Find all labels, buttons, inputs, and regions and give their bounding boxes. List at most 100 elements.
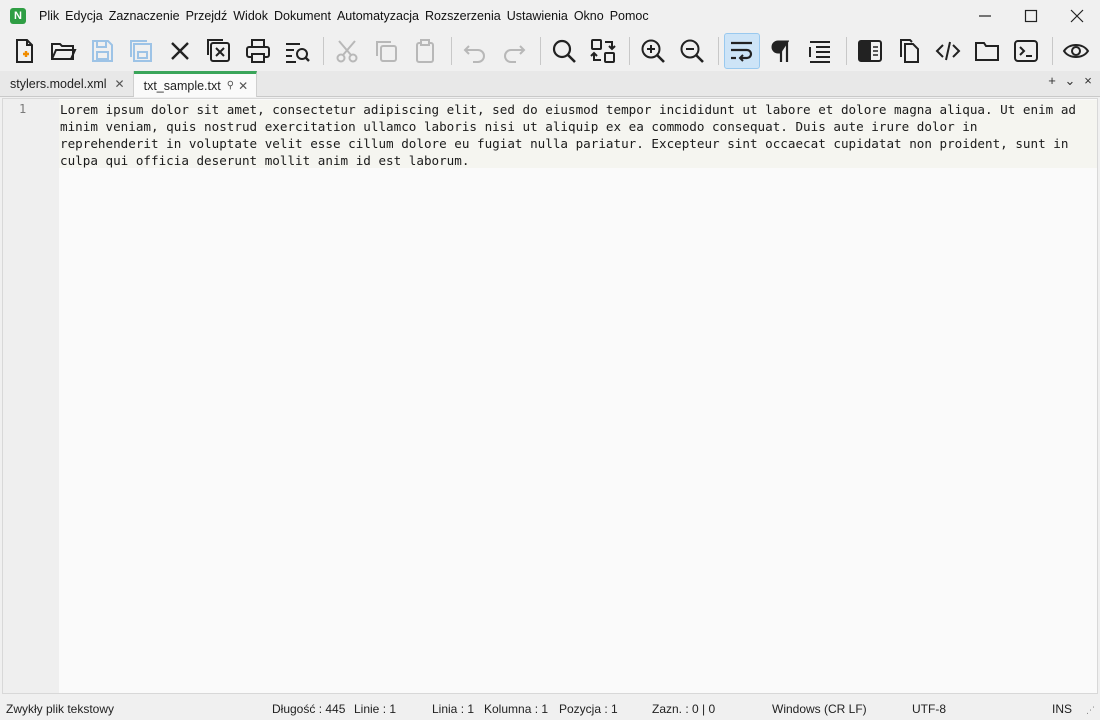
- tab-close-icon[interactable]: ✕: [115, 77, 125, 91]
- pin-icon[interactable]: ⚲: [227, 80, 234, 91]
- app-logo: N: [10, 8, 26, 24]
- print-preview-button[interactable]: [279, 33, 315, 69]
- maximize-button[interactable]: [1008, 0, 1054, 32]
- undo-button[interactable]: [457, 33, 493, 69]
- status-insert-mode[interactable]: INS: [1052, 702, 1072, 716]
- editor-text[interactable]: Lorem ipsum dolor sit amet, consectetur …: [60, 101, 1080, 169]
- close-tab-icon[interactable]: ×: [1082, 73, 1094, 89]
- close-icon: [171, 42, 189, 60]
- menu-przejdz[interactable]: Przejdź: [183, 0, 231, 32]
- menu-okno[interactable]: Okno: [571, 0, 607, 32]
- close-icon: [1070, 9, 1084, 23]
- close-all-icon: [207, 39, 230, 62]
- status-line[interactable]: Linia : 1: [432, 702, 474, 716]
- minimize-button[interactable]: [962, 0, 1008, 32]
- toolbar: [0, 32, 1100, 70]
- show-whitespace-icon: [771, 40, 789, 62]
- terminal-button[interactable]: [1008, 33, 1044, 69]
- close-all-button[interactable]: [201, 33, 237, 69]
- save-button[interactable]: [84, 33, 120, 69]
- menu-bar: Plik Edycja Zaznaczenie Przejdź Widok Do…: [36, 0, 652, 32]
- tab-txt-sample-txt[interactable]: txt_sample.txt ⚲ ✕: [133, 71, 258, 97]
- print-preview-icon: [286, 43, 310, 63]
- indent-guide-button[interactable]: [802, 33, 838, 69]
- new-file-button[interactable]: [6, 33, 42, 69]
- toolbar-separator: [629, 37, 630, 65]
- toolbar-separator: [451, 37, 452, 65]
- resize-grip-icon[interactable]: ⋰: [1086, 705, 1095, 716]
- new-tab-icon[interactable]: +: [1046, 73, 1058, 89]
- column-button[interactable]: [852, 33, 888, 69]
- paste-button[interactable]: [407, 33, 443, 69]
- preview-button[interactable]: [1058, 33, 1094, 69]
- open-folder-icon: [51, 43, 77, 60]
- undo-icon: [463, 45, 485, 63]
- menu-widok[interactable]: Widok: [230, 0, 271, 32]
- zoom-out-button[interactable]: [674, 33, 710, 69]
- status-encoding[interactable]: UTF-8: [912, 702, 946, 716]
- copy-icon: [376, 41, 397, 62]
- status-eol[interactable]: Windows (CR LF): [772, 702, 867, 716]
- tab-close-icon[interactable]: ✕: [238, 79, 248, 93]
- copy-button[interactable]: [368, 33, 404, 69]
- editor[interactable]: 1 Lorem ipsum dolor sit amet, consectetu…: [2, 98, 1098, 694]
- documents-button[interactable]: [891, 33, 927, 69]
- toolbar-separator: [1052, 37, 1053, 65]
- word-wrap-button[interactable]: [724, 33, 760, 69]
- preview-icon: [1062, 44, 1090, 58]
- folder-button[interactable]: [969, 33, 1005, 69]
- menu-ustawienia[interactable]: Ustawienia: [504, 0, 571, 32]
- status-column[interactable]: Kolumna : 1: [484, 702, 548, 716]
- zoom-in-icon: [641, 39, 665, 63]
- code-button[interactable]: [930, 33, 966, 69]
- minimize-icon: [979, 15, 991, 17]
- word-wrap-icon: [731, 41, 753, 62]
- search-button[interactable]: [546, 33, 582, 69]
- print-button[interactable]: [240, 33, 276, 69]
- redo-icon: [504, 45, 526, 63]
- column-icon: [858, 40, 882, 62]
- menu-automatyzacja[interactable]: Automatyzacja: [334, 0, 422, 32]
- menu-dokument[interactable]: Dokument: [271, 0, 334, 32]
- terminal-icon: [1014, 40, 1038, 62]
- maximize-icon: [1024, 9, 1038, 23]
- new-file-icon: [16, 39, 33, 63]
- tab-list-icon[interactable]: ⌄: [1064, 73, 1076, 89]
- replace-icon: [590, 39, 616, 63]
- menu-plik[interactable]: Plik: [36, 0, 62, 32]
- zoom-in-button[interactable]: [635, 33, 671, 69]
- tab-actions: + ⌄ ×: [1046, 73, 1094, 89]
- menu-pomoc[interactable]: Pomoc: [607, 0, 652, 32]
- line-number: 1: [19, 102, 27, 116]
- save-all-button[interactable]: [123, 33, 159, 69]
- title-bar: N Plik Edycja Zaznaczenie Przejdź Widok …: [0, 0, 1100, 32]
- status-bar: Zwykły plik tekstowy Długość : 445 Linie…: [0, 697, 1100, 720]
- menu-edycja[interactable]: Edycja: [62, 0, 106, 32]
- save-icon: [92, 40, 113, 62]
- save-all-icon: [130, 40, 152, 62]
- status-file-type: Zwykły plik tekstowy: [6, 702, 115, 716]
- window-close-button[interactable]: [1054, 0, 1100, 32]
- cut-button[interactable]: [329, 33, 365, 69]
- status-position[interactable]: Pozycja : 1: [559, 702, 618, 716]
- status-selection: Zazn. : 0 | 0: [652, 702, 716, 716]
- indent-guide-icon: [809, 41, 830, 63]
- open-button[interactable]: [45, 33, 81, 69]
- menu-zaznaczenie[interactable]: Zaznaczenie: [106, 0, 183, 32]
- replace-button[interactable]: [585, 33, 621, 69]
- toolbar-separator: [540, 37, 541, 65]
- menu-rozszerzenia[interactable]: Rozszerzenia: [422, 0, 504, 32]
- documents-icon: [900, 39, 919, 63]
- status-length: Długość : 445: [272, 702, 346, 716]
- zoom-out-icon: [680, 39, 704, 63]
- tab-label: txt_sample.txt: [143, 78, 221, 93]
- line-number-gutter: 1: [3, 99, 59, 693]
- tab-label: stylers.model.xml: [10, 76, 107, 91]
- tab-stylers-model-xml[interactable]: stylers.model.xml ✕: [0, 71, 134, 96]
- show-whitespace-button[interactable]: [763, 33, 799, 69]
- print-icon: [246, 39, 270, 63]
- close-file-button[interactable]: [162, 33, 198, 69]
- paste-icon: [416, 39, 434, 63]
- redo-button[interactable]: [496, 33, 532, 69]
- tab-bar: stylers.model.xml ✕ txt_sample.txt ⚲ ✕ +…: [0, 71, 1100, 97]
